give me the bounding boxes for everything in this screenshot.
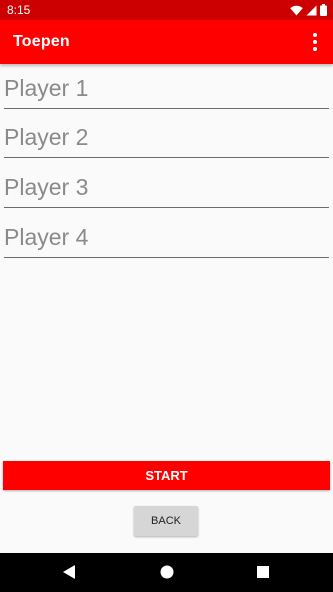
status-time: 8:15: [7, 3, 31, 17]
recents-square-icon[interactable]: [256, 564, 270, 580]
menu-dot: [313, 47, 317, 51]
app-title: Toepen: [13, 33, 70, 50]
overflow-menu-icon[interactable]: [305, 30, 325, 54]
player-2-input[interactable]: [4, 117, 329, 158]
start-button[interactable]: START: [3, 461, 330, 490]
back-triangle-icon[interactable]: [62, 564, 76, 580]
signal-icon: [306, 5, 317, 15]
battery-icon: [320, 4, 327, 16]
navigation-bar: [0, 553, 333, 592]
player-3-input[interactable]: [4, 167, 329, 208]
app-bar: Toepen: [0, 20, 333, 64]
status-icons: [290, 4, 327, 16]
status-bar: 8:15: [0, 0, 333, 20]
player-4-input[interactable]: [4, 217, 329, 258]
menu-dot: [313, 40, 317, 44]
wifi-icon: [290, 5, 303, 15]
home-circle-icon[interactable]: [159, 564, 175, 580]
back-button[interactable]: BACK: [134, 506, 198, 536]
menu-dot: [313, 33, 317, 37]
player-1-input[interactable]: [4, 68, 329, 109]
